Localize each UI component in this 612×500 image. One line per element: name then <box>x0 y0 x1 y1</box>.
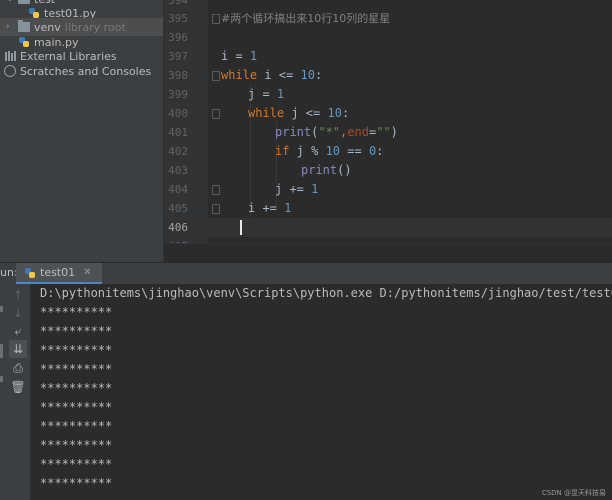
close-icon[interactable]: ✕ <box>83 267 91 278</box>
code-line: 397 i = 1 <box>164 47 612 66</box>
console-output-line: ********** <box>40 381 113 395</box>
fold-marker-icon[interactable] <box>212 185 220 195</box>
line-number: 401 <box>168 126 188 139</box>
code-line: 395 #两个循环搞出来10行10列的星星 <box>164 9 612 28</box>
line-number: 404 <box>168 183 188 196</box>
fold-marker-icon[interactable] <box>212 204 220 214</box>
line-number: 397 <box>168 50 188 63</box>
line-number: 403 <box>168 164 188 177</box>
watermark: CSDN @昱天科技易 <box>541 489 606 497</box>
code-line: 402 if j % 10 == 0: <box>164 142 612 161</box>
line-number: 395 <box>168 12 188 25</box>
code-text: while j <= 10: <box>248 106 350 120</box>
tree-item-label: Scratches and Consoles <box>20 64 152 78</box>
line-number: 400 <box>168 107 188 120</box>
project-tree-panel: ⌄ test test01.py › venv library root mai… <box>0 0 164 262</box>
print-icon[interactable]: ⎙ <box>9 359 27 377</box>
editor-horizontal-scrollbar[interactable] <box>164 243 612 263</box>
code-text: print() <box>301 163 352 177</box>
trash-icon[interactable]: 🗑 <box>9 378 27 396</box>
scroll-down-arrow-icon[interactable]: ↓ <box>9 304 27 322</box>
line-number: 398 <box>168 69 188 82</box>
code-line-current[interactable]: 406 <box>164 218 612 237</box>
console-output-line: ********** <box>40 305 113 319</box>
chevron-right-icon[interactable]: › <box>6 22 16 32</box>
code-text: j += 1 <box>275 182 319 196</box>
code-text: i = 1 <box>221 49 258 63</box>
edge-marker <box>0 344 3 358</box>
code-line: 404 j += 1 <box>164 180 612 199</box>
console-output-line: ********** <box>40 343 113 357</box>
edge-marker <box>0 306 3 312</box>
console-output-line: ********** <box>40 362 113 376</box>
code-text: while i <= 10: <box>221 68 323 82</box>
run-tool-window-header: un: test01 ✕ <box>0 262 612 285</box>
text-caret <box>240 220 242 235</box>
console-output-line: ********** <box>40 476 113 490</box>
library-root-note: library root <box>64 20 126 34</box>
run-tab-label: test01 <box>40 266 76 279</box>
code-text: print("*",end="") <box>275 125 398 139</box>
console-output-line: ********** <box>40 457 113 471</box>
line-number: 406 <box>168 221 188 234</box>
code-line: 400 while j <= 10: <box>164 104 612 123</box>
line-number: 396 <box>168 31 188 44</box>
scroll-up-arrow-icon[interactable]: ↑ <box>9 286 27 304</box>
scratches-icon <box>4 65 16 77</box>
code-line: 398 while i <= 10: <box>164 66 612 85</box>
tree-item-label: External Libraries <box>20 49 117 63</box>
edge-marker <box>0 376 3 382</box>
fold-marker-icon[interactable] <box>212 109 220 119</box>
code-line: 399 j = 1 <box>164 85 612 104</box>
code-text: j = 1 <box>248 87 285 101</box>
console-output-line: ********** <box>40 438 113 452</box>
soft-wrap-icon[interactable]: ⤶ <box>9 322 27 340</box>
run-toolbar: ↑ ↓ ⤶ ⇊ ⎙ 🗑 <box>0 284 31 500</box>
console-command-line: D:\pythonitems\jinghao\venv\Scripts\pyth… <box>40 286 612 300</box>
fold-marker-icon[interactable] <box>212 14 220 24</box>
code-line: 403 print() <box>164 161 612 180</box>
code-line: 405 i += 1 <box>164 199 612 218</box>
code-line: 396 <box>164 28 612 47</box>
run-console-output[interactable]: D:\pythonitems\jinghao\venv\Scripts\pyth… <box>31 284 612 500</box>
run-label: un: <box>0 266 18 279</box>
line-number: 402 <box>168 145 188 158</box>
console-output-line: ********** <box>40 324 113 338</box>
code-editor[interactable]: 394 395 #两个循环搞出来10行10列的星星 396 397 i = 1 … <box>164 0 612 243</box>
libraries-icon <box>4 50 16 62</box>
console-output-line: ********** <box>40 419 113 433</box>
scroll-to-end-icon[interactable]: ⇊ <box>9 340 27 358</box>
line-number: 405 <box>168 202 188 215</box>
code-line: 401 print("*",end="") <box>164 123 612 142</box>
console-output-line: ********** <box>40 400 113 414</box>
code-text: if j % 10 == 0: <box>275 144 384 158</box>
python-file-icon <box>24 267 36 279</box>
code-text: i += 1 <box>248 201 292 215</box>
fold-marker-icon[interactable] <box>212 71 220 81</box>
run-tab-test01[interactable]: test01 ✕ <box>16 263 102 284</box>
tree-item-scratches[interactable]: Scratches and Consoles <box>0 62 163 80</box>
tree-item-label: venv <box>34 20 61 34</box>
line-number: 399 <box>168 88 188 101</box>
code-comment: #两个循环搞出来10行10列的星星 <box>221 12 391 25</box>
folder-icon <box>18 20 30 32</box>
